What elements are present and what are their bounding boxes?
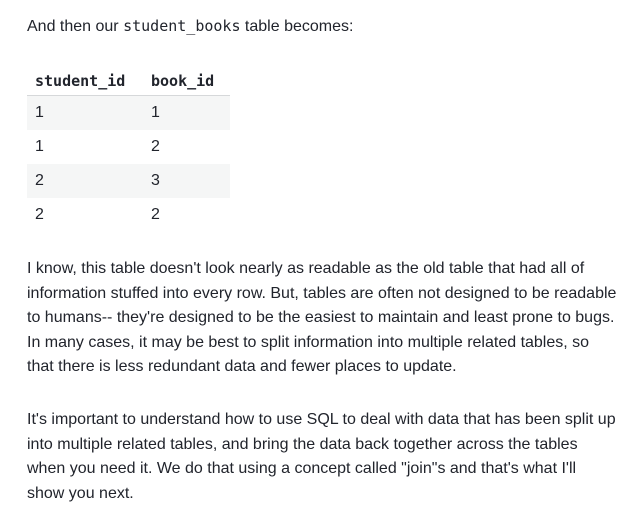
- table-row: 1 2: [27, 130, 230, 164]
- table-cell-student-id: 1: [35, 138, 44, 155]
- table-cell-student-id: 1: [27, 95, 143, 130]
- table-cell-student-id: 2: [35, 206, 44, 223]
- table-header-row: student_id book_id: [27, 66, 230, 96]
- table-row: 2 3: [27, 164, 230, 198]
- column-header-book-id: book_id: [143, 66, 230, 96]
- table-row: 1 1: [27, 95, 230, 130]
- table-cell-book-id: 2: [151, 138, 160, 155]
- intro-text-after: table becomes:: [240, 18, 354, 35]
- table-cell-book-id: 3: [143, 164, 230, 198]
- intro-sentence: And then our student_books table becomes…: [27, 16, 353, 37]
- column-header-student-id: student_id: [27, 66, 143, 96]
- intro-text-before: And then our: [27, 18, 124, 35]
- explanation-paragraph: I know, this table doesn't look nearly a…: [27, 260, 617, 375]
- table-cell-student-id: 2: [27, 164, 143, 198]
- inline-code-table-name: student_books: [123, 17, 241, 35]
- join-intro-paragraph: It's important to understand how to use …: [27, 411, 616, 502]
- table-row: 2 2: [27, 198, 230, 232]
- table-cell-book-id: 2: [151, 206, 160, 223]
- table-cell-book-id: 1: [143, 95, 230, 130]
- student-books-table: student_id book_id 1 1 1 2 2 3 2 2: [27, 66, 230, 232]
